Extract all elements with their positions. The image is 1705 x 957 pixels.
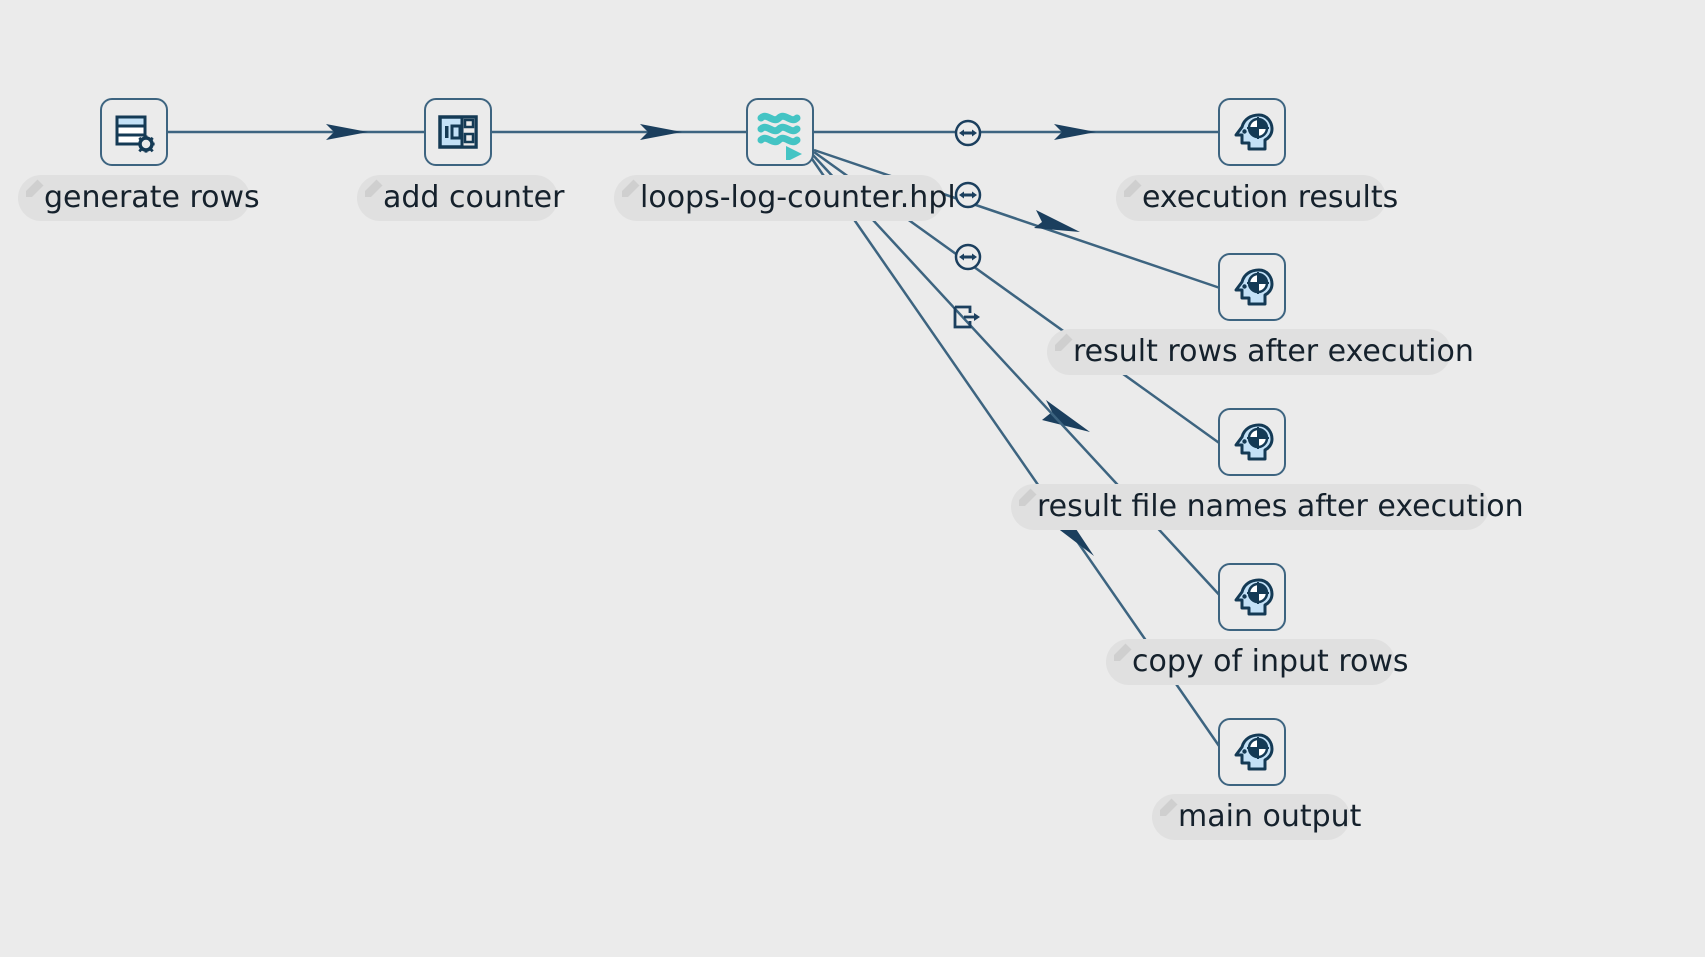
node-main-output[interactable] [1218,718,1286,786]
node-result-file-names-after-execution[interactable] [1218,408,1286,476]
node-generate-rows[interactable] [100,98,168,166]
node-label-generate-rows[interactable]: generate rows [18,175,260,221]
edit-pencil-icon[interactable] [1017,486,1039,508]
edit-pencil-icon[interactable] [1158,796,1180,818]
node-execution-results[interactable] [1218,98,1286,166]
edit-pencil-icon[interactable] [620,177,642,199]
edge-generate-rows-to-add-counter[interactable] [168,124,424,140]
label-text: generate rows [44,180,260,215]
pipeline-canvas[interactable]: generate rows add counter loops-log-coun… [0,0,1705,957]
label-text: add counter [383,180,565,215]
edit-pencil-icon[interactable] [1112,641,1134,663]
label-text: result file names after execution [1037,489,1524,524]
edit-pencil-icon[interactable] [1053,331,1075,353]
bidirectional-arrow-icon[interactable] [953,242,983,272]
head-target-icon [1229,574,1275,620]
bidirectional-arrow-icon[interactable] [953,118,983,148]
node-label-result-rows-after-execution[interactable]: result rows after execution [1047,329,1474,375]
export-arrow-icon[interactable] [951,302,981,332]
label-text: execution results [1142,180,1399,215]
node-loops-log-counter[interactable] [746,98,814,166]
sequence-icon [436,110,480,154]
node-add-counter[interactable] [424,98,492,166]
node-label-main-output[interactable]: main output [1152,794,1361,840]
node-result-rows-after-execution[interactable] [1218,253,1286,321]
label-text: loops-log-counter.hpl [640,180,956,215]
edge-loops-to-execution-results[interactable] [814,124,1218,140]
edit-pencil-icon[interactable] [1122,177,1144,199]
label-text: result rows after execution [1073,334,1474,369]
label-text: copy of input rows [1132,644,1409,679]
label-text: main output [1178,799,1362,834]
edge-add-counter-to-loops[interactable] [492,124,746,140]
node-label-add-counter[interactable]: add counter [357,175,564,221]
bidirectional-arrow-icon[interactable] [953,180,983,210]
node-label-copy-of-input-rows[interactable]: copy of input rows [1106,639,1409,685]
node-label-execution-results[interactable]: execution results [1116,175,1398,221]
node-label-loops-log-counter[interactable]: loops-log-counter.hpl [614,175,956,221]
head-target-icon [1229,264,1275,310]
rows-gear-icon [110,108,158,156]
node-label-result-file-names-after-execution[interactable]: result file names after execution [1011,484,1524,530]
edge-layer [168,124,1228,757]
head-target-icon [1229,109,1275,155]
head-target-icon [1229,419,1275,465]
edit-pencil-icon[interactable] [363,177,385,199]
edit-pencil-icon[interactable] [24,177,46,199]
head-target-icon [1229,729,1275,775]
pipeline-waves-icon [752,104,808,160]
node-copy-of-input-rows[interactable] [1218,563,1286,631]
